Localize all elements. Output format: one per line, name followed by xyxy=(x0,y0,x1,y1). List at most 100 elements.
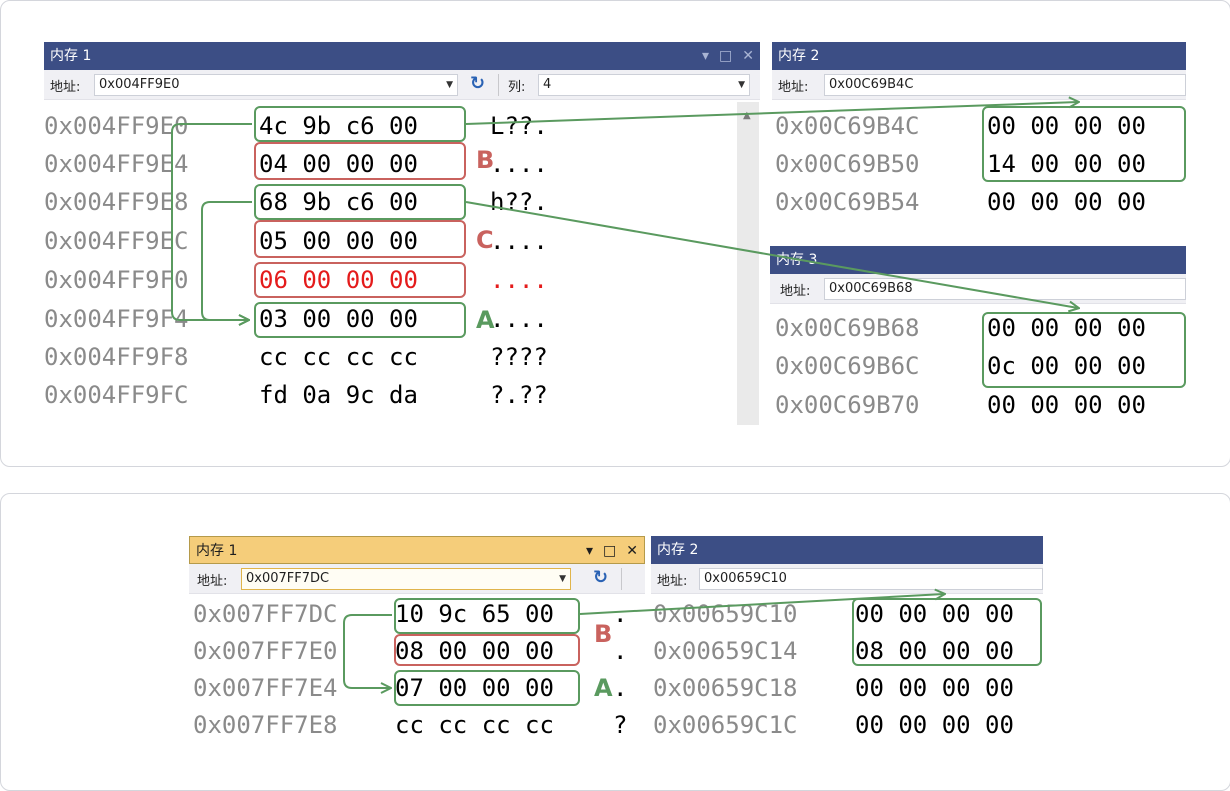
scroll-up-icon[interactable]: ▲ xyxy=(743,110,751,121)
label-a: A xyxy=(476,306,495,334)
chevron-down-icon[interactable]: ▼ xyxy=(738,75,745,95)
memory-2-titlebar[interactable]: 内存 2 xyxy=(772,42,1186,70)
address-label: 地址: xyxy=(657,574,688,589)
address-value: 0x00C69B4C xyxy=(829,77,914,92)
memory-2-title: 内存 2 xyxy=(657,542,699,558)
address-value: 0x00659C10 xyxy=(704,571,787,586)
address-value: 0x007FF7DC xyxy=(246,571,330,586)
separator xyxy=(621,568,622,590)
dropdown-icon[interactable]: ▾ xyxy=(586,537,593,565)
refresh-icon[interactable]: ↻ xyxy=(470,74,485,94)
address-value: 0x004FF9E0 xyxy=(99,77,180,92)
row-address: 0x00C69B6C xyxy=(775,352,920,380)
row-address: 0x007FF7DC xyxy=(193,600,338,628)
row-address: 0x004FF9FC xyxy=(44,381,189,409)
row-bytes[interactable]: 00 00 00 00 xyxy=(855,711,1014,739)
dropdown-icon[interactable]: ▾ xyxy=(702,42,709,70)
highlight-box-green xyxy=(852,598,1042,666)
row-ascii: ?.?? xyxy=(490,381,548,409)
row-address: 0x00C69B70 xyxy=(775,391,920,419)
row-ascii: h??. xyxy=(490,188,548,216)
columns-label: 列: xyxy=(508,80,526,95)
highlight-box-green xyxy=(394,670,580,706)
columns-select[interactable]: 4 ▼ xyxy=(538,74,750,96)
highlight-box-green xyxy=(394,598,580,634)
address-label: 地址: xyxy=(50,80,81,95)
chevron-down-icon[interactable]: ▼ xyxy=(446,75,453,95)
row-bytes[interactable]: 00 00 00 00 xyxy=(987,188,1146,216)
close-icon[interactable]: ✕ xyxy=(742,42,754,70)
row-address: 0x00C69B54 xyxy=(775,188,920,216)
maximize-icon[interactable]: □ xyxy=(719,42,732,70)
address-input[interactable]: 0x00659C10 xyxy=(699,568,1043,590)
label-c: C xyxy=(476,226,494,254)
maximize-icon[interactable]: □ xyxy=(603,537,616,565)
memory-1-titlebar[interactable]: 内存 1 ▾ □ ✕ xyxy=(44,42,760,70)
row-address: 0x00C69B68 xyxy=(775,314,920,342)
row-ascii: ? xyxy=(613,711,628,739)
address-input[interactable]: 0x004FF9E0 ▼ xyxy=(94,74,458,96)
row-ascii: . xyxy=(613,674,628,702)
row-ascii: . xyxy=(613,637,628,665)
row-bytes[interactable]: cc cc cc cc xyxy=(395,711,554,739)
highlight-box-red xyxy=(254,262,466,298)
row-ascii: .... xyxy=(490,266,548,294)
highlight-box-green xyxy=(254,302,466,338)
row-ascii: L??. xyxy=(490,112,548,140)
row-ascii: . xyxy=(613,600,628,628)
columns-value: 4 xyxy=(543,77,552,92)
row-address: 0x004FF9E0 xyxy=(44,112,189,140)
row-address: 0x004FF9F4 xyxy=(44,305,189,333)
memory-3-titlebar[interactable]: 内存 3 xyxy=(770,246,1186,274)
highlight-box-red xyxy=(254,220,466,258)
row-address: 0x004FF9EC xyxy=(44,227,189,255)
row-bytes[interactable]: cc cc cc cc xyxy=(259,343,418,371)
row-ascii: .... xyxy=(490,227,548,255)
close-icon[interactable]: ✕ xyxy=(626,537,638,565)
row-address: 0x00659C14 xyxy=(653,637,798,665)
address-input[interactable]: 0x00C69B68 xyxy=(824,278,1186,300)
memory-3-address-bar: 地址: 0x00C69B68 xyxy=(770,274,1186,304)
address-input[interactable]: 0x00C69B4C xyxy=(824,74,1186,96)
highlight-box-green xyxy=(982,106,1186,182)
row-address: 0x004FF9E8 xyxy=(44,188,189,216)
label-b: B xyxy=(476,146,495,174)
row-address: 0x00659C18 xyxy=(653,674,798,702)
row-address: 0x00659C1C xyxy=(653,711,798,739)
address-label: 地址: xyxy=(778,80,809,95)
row-ascii: .... xyxy=(490,150,548,178)
address-input[interactable]: 0x007FF7DC ▼ xyxy=(241,568,571,590)
row-bytes[interactable]: 00 00 00 00 xyxy=(855,674,1014,702)
address-value: 0x00C69B68 xyxy=(829,281,913,296)
row-bytes[interactable]: 00 00 00 00 xyxy=(987,391,1146,419)
row-ascii: .... xyxy=(490,305,548,333)
memory-1-title: 内存 1 xyxy=(196,543,238,559)
row-address: 0x004FF9F8 xyxy=(44,343,189,371)
chevron-down-icon[interactable]: ▼ xyxy=(559,569,566,589)
row-address: 0x00C69B4C xyxy=(775,112,920,140)
memory-2-address-bar: 地址: 0x00C69B4C xyxy=(772,70,1186,100)
vertical-scrollbar[interactable]: ▲ xyxy=(737,102,759,425)
highlight-box-green xyxy=(254,106,466,142)
memory-2-titlebar[interactable]: 内存 2 xyxy=(651,536,1043,564)
memory-3-title: 内存 3 xyxy=(776,252,818,268)
memory-1-address-bar: 地址: 0x004FF9E0 ▼ ↻ 列: 4 ▼ xyxy=(44,70,760,100)
row-address: 0x004FF9F0 xyxy=(44,266,189,294)
address-label: 地址: xyxy=(780,284,811,299)
row-address: 0x007FF7E8 xyxy=(193,711,338,739)
row-bytes[interactable]: fd 0a 9c da xyxy=(259,381,418,409)
highlight-box-red xyxy=(394,634,580,666)
row-ascii: ???? xyxy=(490,343,548,371)
highlight-box-green xyxy=(982,312,1186,388)
memory-1-titlebar[interactable]: 内存 1 ▾ □ ✕ xyxy=(189,536,645,564)
memory-2-title: 内存 2 xyxy=(778,48,820,64)
row-address: 0x004FF9E4 xyxy=(44,150,189,178)
row-address: 0x00659C10 xyxy=(653,600,798,628)
row-address: 0x007FF7E4 xyxy=(193,674,338,702)
row-address: 0x00C69B50 xyxy=(775,150,920,178)
memory-2-address-bar: 地址: 0x00659C10 xyxy=(651,564,1043,594)
row-address: 0x007FF7E0 xyxy=(193,637,338,665)
label-a: A xyxy=(594,674,613,702)
refresh-icon[interactable]: ↻ xyxy=(593,568,608,588)
separator xyxy=(498,74,499,96)
